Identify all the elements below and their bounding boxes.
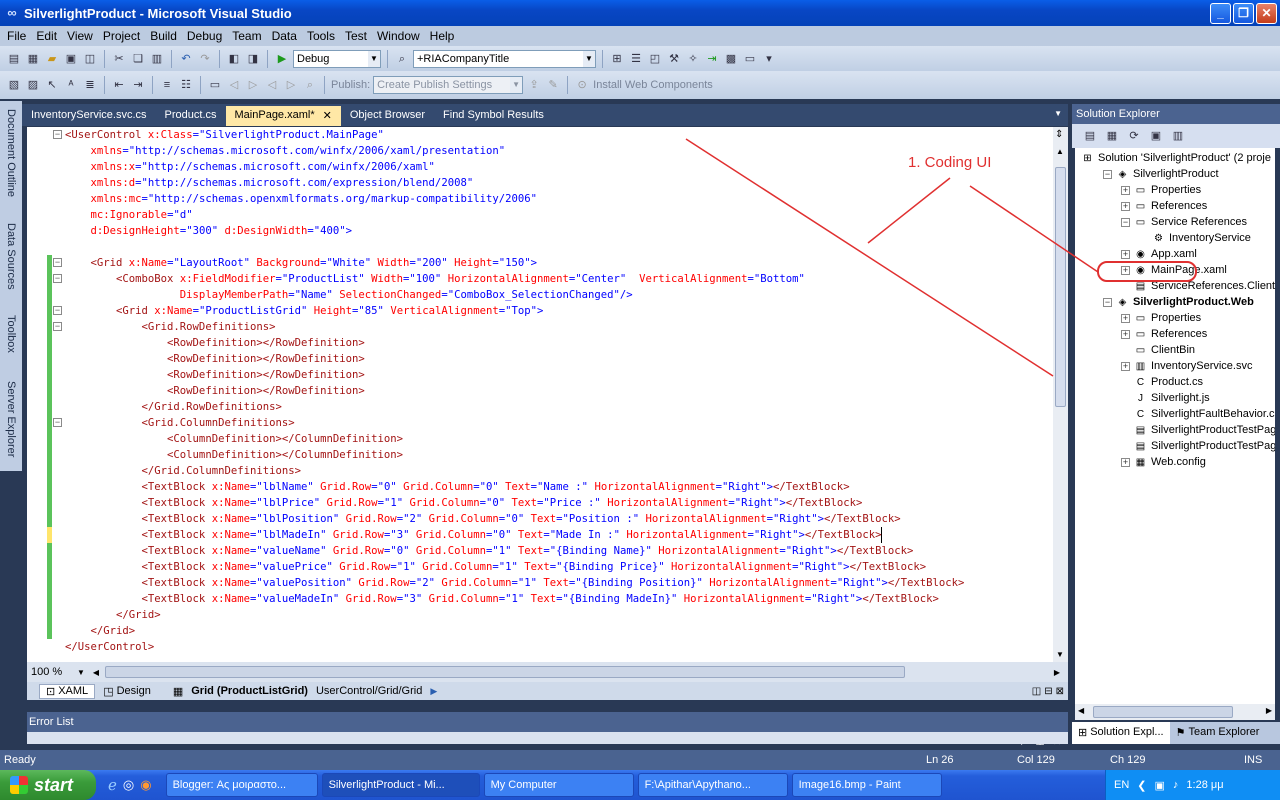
annotation-line <box>685 138 1054 377</box>
annotation-line <box>969 185 1099 273</box>
annotation-lines <box>685 138 1099 377</box>
annotation-line <box>867 177 951 244</box>
